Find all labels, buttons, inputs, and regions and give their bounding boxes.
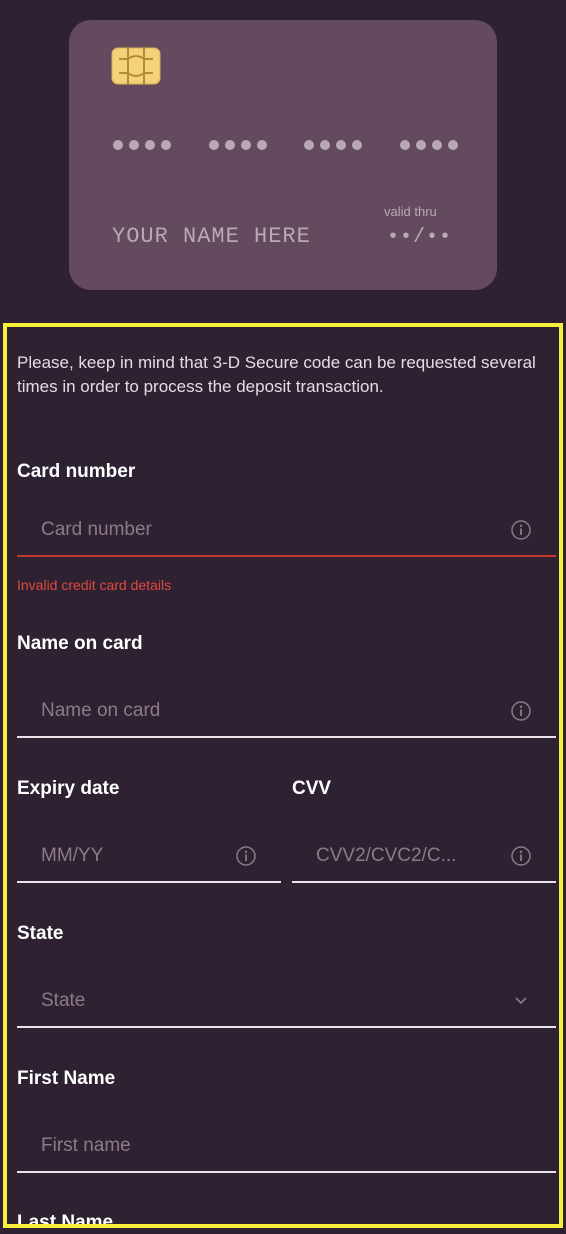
card-number-preview xyxy=(113,140,458,150)
info-icon[interactable] xyxy=(236,846,256,866)
state-select[interactable]: State xyxy=(17,978,556,1028)
expiry-date-placeholder: MM/YY xyxy=(41,845,104,866)
first-name-placeholder: First name xyxy=(41,1135,131,1156)
name-on-card-field[interactable]: Name on card xyxy=(17,688,556,738)
card-number-group xyxy=(399,140,458,150)
cvv-field[interactable]: CVV2/CVC2/C... xyxy=(292,833,556,883)
card-number-error: Invalid credit card details xyxy=(17,577,172,593)
card-number-group xyxy=(113,140,171,150)
card-expiry-preview: ••/•• xyxy=(387,226,453,249)
first-name-field[interactable]: First name xyxy=(17,1123,556,1173)
card-number-group xyxy=(304,140,363,150)
expiry-date-field[interactable]: MM/YY xyxy=(17,833,281,883)
payment-form: Please, keep in mind that 3-D Secure cod… xyxy=(3,323,563,1228)
cvv-label: CVV xyxy=(292,778,332,799)
card-number-placeholder: Card number xyxy=(41,519,152,540)
name-on-card-placeholder: Name on card xyxy=(41,700,161,721)
state-placeholder: State xyxy=(41,990,86,1011)
info-icon[interactable] xyxy=(511,520,531,540)
card-name-preview: YOUR NAME HERE xyxy=(112,224,311,249)
chevron-down-icon[interactable] xyxy=(514,996,528,1006)
card-number-label: Card number xyxy=(17,461,136,482)
card-preview: YOUR NAME HERE valid thru ••/•• xyxy=(69,20,497,290)
first-name-label: First Name xyxy=(17,1068,116,1089)
cvv-placeholder: CVV2/CVC2/C... xyxy=(316,845,457,866)
info-icon[interactable] xyxy=(511,846,531,866)
card-chip-icon xyxy=(111,47,161,85)
last-name-label: Last Name xyxy=(17,1212,114,1228)
state-label: State xyxy=(17,923,64,944)
expiry-date-label: Expiry date xyxy=(17,778,120,799)
name-on-card-label: Name on card xyxy=(17,633,143,654)
valid-thru-label: valid thru xyxy=(384,204,437,219)
card-number-field[interactable]: Card number xyxy=(17,507,556,557)
secure-code-notice: Please, keep in mind that 3-D Secure cod… xyxy=(17,353,536,396)
card-number-group xyxy=(208,140,267,150)
info-icon[interactable] xyxy=(511,701,531,721)
